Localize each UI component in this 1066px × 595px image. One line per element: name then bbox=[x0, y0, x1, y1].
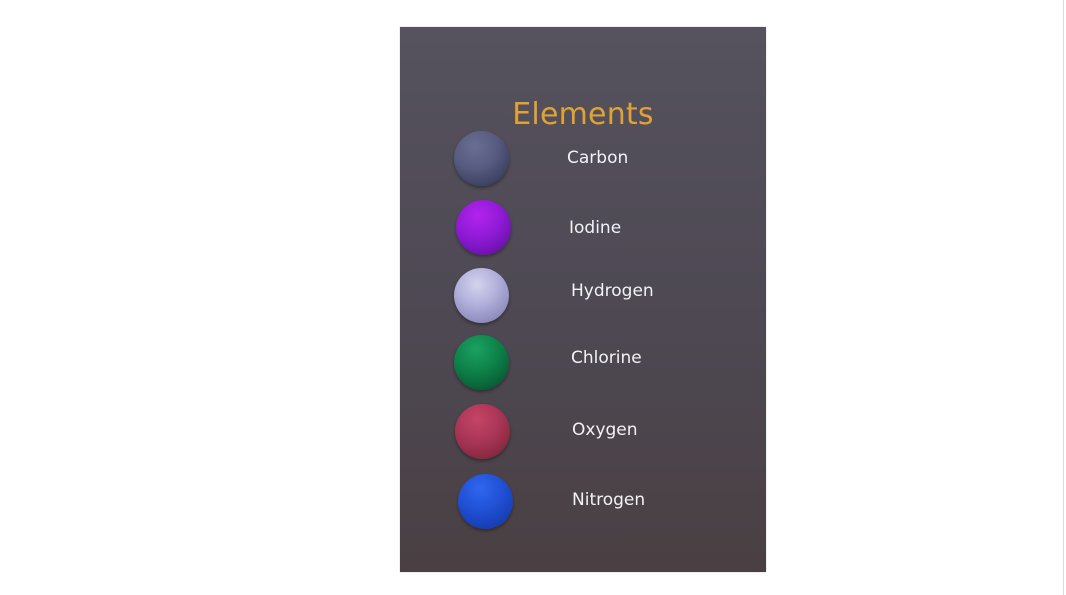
carbon-sphere-icon[interactable] bbox=[454, 131, 509, 186]
elements-panel: Elements Carbon Iodine Hydrogen Chlorine… bbox=[400, 27, 766, 572]
element-item-iodine[interactable]: Iodine bbox=[400, 200, 766, 256]
oxygen-sphere-icon[interactable] bbox=[455, 404, 510, 459]
element-item-chlorine[interactable]: Chlorine bbox=[400, 335, 766, 391]
window-edge-divider bbox=[1063, 0, 1064, 595]
element-label-oxygen: Oxygen bbox=[572, 420, 638, 440]
element-label-chlorine: Chlorine bbox=[571, 348, 642, 368]
element-item-oxygen[interactable]: Oxygen bbox=[400, 404, 766, 460]
chlorine-sphere-icon[interactable] bbox=[454, 335, 509, 390]
element-label-hydrogen: Hydrogen bbox=[571, 281, 654, 301]
app-canvas: Elements Carbon Iodine Hydrogen Chlorine… bbox=[0, 0, 1066, 595]
element-item-hydrogen[interactable]: Hydrogen bbox=[400, 268, 766, 324]
iodine-sphere-icon[interactable] bbox=[456, 200, 511, 255]
element-item-carbon[interactable]: Carbon bbox=[400, 131, 766, 187]
element-label-nitrogen: Nitrogen bbox=[572, 490, 646, 510]
element-label-iodine: Iodine bbox=[569, 218, 622, 238]
element-item-nitrogen[interactable]: Nitrogen bbox=[400, 474, 766, 530]
nitrogen-sphere-icon[interactable] bbox=[458, 474, 513, 529]
element-label-carbon: Carbon bbox=[567, 148, 629, 168]
hydrogen-sphere-icon[interactable] bbox=[454, 268, 509, 323]
